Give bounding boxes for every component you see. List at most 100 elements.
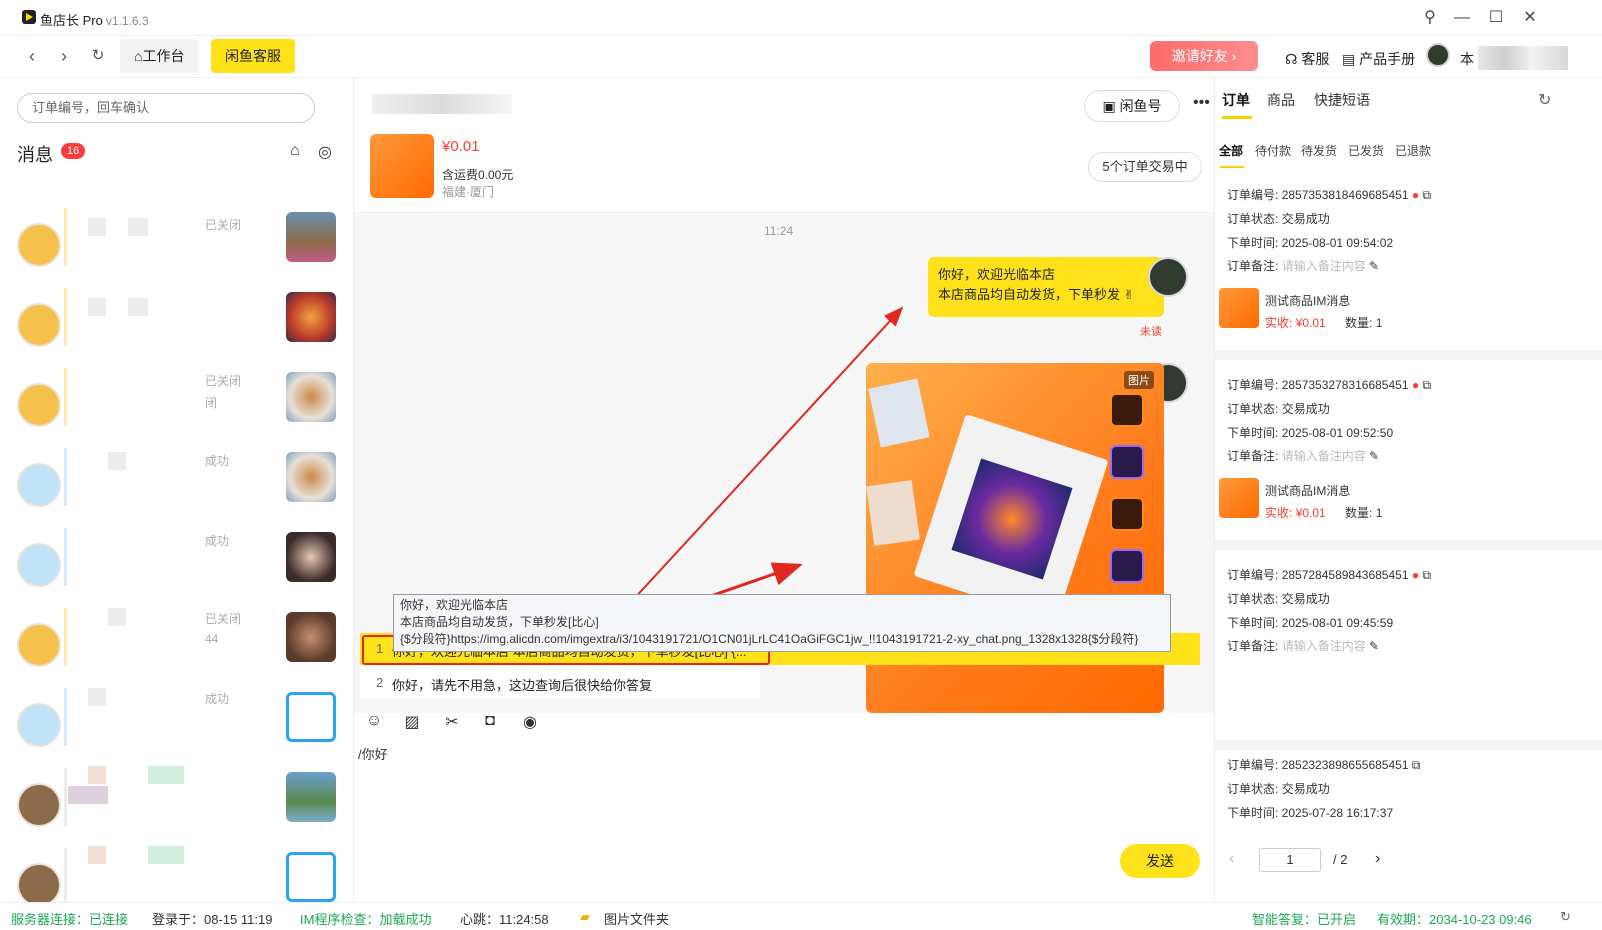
- user-avatar[interactable]: [1426, 43, 1450, 67]
- scissors-icon[interactable]: ✂: [442, 712, 462, 732]
- conversation-item[interactable]: 已关闭 闭: [0, 362, 353, 442]
- conversation-divider: [64, 208, 67, 266]
- robot-icon[interactable]: ⌂: [290, 142, 300, 160]
- copy-icon[interactable]: ⧉: [1422, 378, 1431, 392]
- order-time: 2025-07-28 16:17:37: [1281, 806, 1394, 820]
- order-status: 交易成功: [1281, 782, 1330, 796]
- close-button[interactable]: ✕: [1520, 8, 1540, 28]
- title-bar: 鱼店长 Pro v1.1.6.3 ⚲ — ☐ ✕: [0, 0, 1602, 36]
- edit-icon[interactable]: ✎: [1369, 259, 1379, 273]
- flag-icon: ●: [1411, 378, 1420, 392]
- conversation-item[interactable]: 已关闭: [0, 202, 353, 282]
- page-input[interactable]: 1: [1259, 848, 1321, 872]
- conversation-status-2: 闭: [205, 396, 218, 410]
- tab-products[interactable]: 商品: [1267, 90, 1295, 110]
- copy-icon[interactable]: ⧉: [1422, 188, 1431, 202]
- tab-workbench-label: 工作台: [142, 48, 185, 64]
- expiry-date: 有效期：2034-10-23 09:46: [1377, 912, 1532, 927]
- time-label: 下单时间:: [1227, 806, 1279, 820]
- order-no-label: 订单编号:: [1227, 188, 1279, 202]
- emoji-icon[interactable]: ☺: [364, 712, 384, 732]
- tab-underline: [1222, 116, 1252, 119]
- status-label: 订单状态:: [1227, 782, 1279, 796]
- filter-pending-shipment[interactable]: 待发货: [1301, 142, 1337, 159]
- copy-icon[interactable]: ⧉: [1412, 758, 1421, 772]
- conversation-divider: [64, 368, 67, 426]
- more-icon[interactable]: •••: [1193, 94, 1210, 112]
- conversation-item[interactable]: [0, 282, 353, 362]
- send-button[interactable]: 发送: [1120, 844, 1200, 878]
- qty-label: 数量:: [1345, 506, 1373, 520]
- blurred-name: [108, 608, 126, 626]
- note-input[interactable]: 请输入备注内容: [1282, 259, 1366, 273]
- product-image: [1219, 478, 1259, 518]
- maximize-button[interactable]: ☐: [1486, 8, 1506, 28]
- edit-icon[interactable]: ✎: [1369, 639, 1379, 653]
- note-input[interactable]: 请输入备注内容: [1282, 639, 1366, 653]
- next-page-icon[interactable]: ›: [1375, 850, 1380, 868]
- avatar: [17, 223, 61, 267]
- edit-icon[interactable]: ✎: [1369, 449, 1379, 463]
- order-search-input[interactable]: 订单编号，回车确认: [17, 93, 315, 123]
- forward-icon[interactable]: ›: [54, 46, 74, 66]
- note-input[interactable]: 请输入备注内容: [1282, 449, 1366, 463]
- bag-icon[interactable]: ◘: [480, 712, 500, 732]
- briefcase-icon: [286, 852, 336, 902]
- order-no-label: 订单编号:: [1227, 758, 1279, 772]
- conversation-item[interactable]: 已关闭 44: [0, 602, 353, 682]
- refresh-icon[interactable]: ↻: [1538, 90, 1551, 110]
- user-name[interactable]: 本: [1460, 49, 1474, 69]
- message-input[interactable]: /你好: [358, 744, 388, 763]
- conversation-divider: [64, 688, 67, 746]
- manual-link[interactable]: ▤ 产品手册: [1342, 49, 1415, 69]
- image-folder-link[interactable]: 图片文件夹: [604, 909, 669, 928]
- settings-icon[interactable]: ◎: [318, 142, 332, 162]
- suggestion-item[interactable]: 2 你好，请先不用急，这边查询后很快给你答复: [360, 667, 760, 699]
- invite-friends-button[interactable]: 邀请好友 ›: [1150, 41, 1258, 71]
- support-link[interactable]: ☊ 客服: [1285, 49, 1329, 69]
- conversation-item[interactable]: 成功: [0, 522, 353, 602]
- location-icon[interactable]: ◉: [520, 712, 540, 732]
- image-icon[interactable]: ▨: [402, 712, 422, 732]
- orders-in-progress-button[interactable]: 5个订单交易中: [1088, 152, 1202, 182]
- tab-quick-phrases[interactable]: 快捷短语: [1314, 90, 1370, 110]
- conversation-item[interactable]: [0, 842, 353, 902]
- copy-icon[interactable]: ⧉: [1422, 568, 1431, 582]
- tab-orders[interactable]: 订单: [1222, 90, 1250, 110]
- tab-workbench[interactable]: ⌂工作台: [120, 39, 199, 73]
- order-time: 2025-08-01 09:45:59: [1281, 616, 1394, 630]
- toolbar: ‹ › ↻ ⌂工作台 闲鱼客服 邀请好友 › ☊ 客服 ▤ 产品手册 本: [0, 36, 1602, 78]
- filter-pending-payment[interactable]: 待付款: [1255, 142, 1291, 159]
- conversation-item[interactable]: [0, 762, 353, 842]
- conversation-item[interactable]: 成功: [0, 442, 353, 522]
- status-label: 订单状态:: [1227, 402, 1279, 416]
- im-check-status: IM程序检查：加载成功: [300, 912, 432, 927]
- invite-label: 邀请好友: [1171, 48, 1228, 64]
- pagination: ‹ 1 / 2 ›: [1215, 848, 1602, 872]
- filter-refunded[interactable]: 已退款: [1395, 142, 1431, 159]
- filter-all[interactable]: 全部: [1219, 142, 1243, 159]
- conversation-status: 已关闭: [205, 374, 242, 388]
- avatar: [17, 303, 61, 347]
- product-price: ¥0.01: [442, 138, 480, 155]
- order-status: 交易成功: [1281, 402, 1330, 416]
- avatar: [17, 863, 61, 902]
- store-icon: ▣: [1102, 98, 1116, 114]
- time-label: 下单时间:: [1227, 426, 1279, 440]
- xianyu-account-button[interactable]: ▣ 闲鱼号: [1084, 90, 1180, 122]
- pin-icon[interactable]: ⚲: [1420, 8, 1440, 28]
- back-icon[interactable]: ‹: [22, 46, 42, 66]
- conversation-item[interactable]: 成功: [0, 682, 353, 762]
- avatar: [17, 703, 61, 747]
- tab-xianyu-service[interactable]: 闲鱼客服: [211, 39, 295, 73]
- order-separator: [1215, 350, 1602, 360]
- order-no: 2852323898655685451: [1281, 758, 1409, 772]
- order-no: 2857284589843685451: [1281, 568, 1409, 582]
- refresh-icon[interactable]: ↻: [88, 46, 108, 66]
- status-label: 订单状态:: [1227, 592, 1279, 606]
- product-image[interactable]: [370, 134, 434, 198]
- prev-page-icon[interactable]: ‹: [1229, 850, 1234, 868]
- minimize-button[interactable]: —: [1452, 8, 1472, 28]
- filter-shipped[interactable]: 已发货: [1348, 142, 1384, 159]
- sync-icon[interactable]: ↻: [1560, 909, 1571, 925]
